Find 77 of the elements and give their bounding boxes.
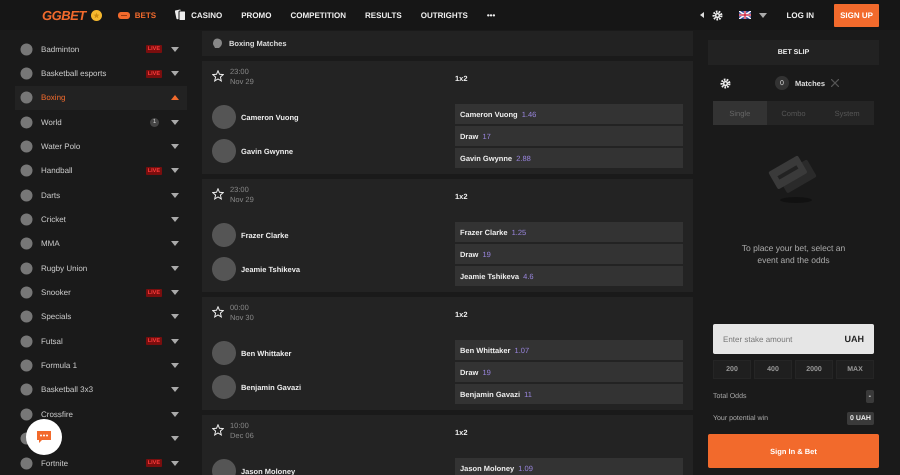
- caret-icon[interactable]: [171, 314, 179, 320]
- nav-link[interactable]: OUTRIGHTS: [420, 10, 468, 20]
- sidebar-item[interactable]: Darts: [15, 183, 187, 208]
- nav-link[interactable]: PROMO: [241, 10, 272, 20]
- flag-icon[interactable]: [738, 11, 751, 19]
- caret-icon[interactable]: [171, 168, 179, 174]
- caret-icon[interactable]: [171, 241, 179, 246]
- sport-icon: [20, 262, 33, 275]
- collapse-icon[interactable]: [700, 12, 704, 18]
- caret-icon[interactable]: [171, 460, 179, 466]
- nav-link[interactable]: BETS: [118, 10, 156, 20]
- sidebar-item[interactable]: Boxing: [15, 86, 187, 110]
- caret-icon[interactable]: [171, 338, 179, 344]
- avatar-placeholder: [212, 139, 236, 163]
- sport-icon: [20, 188, 33, 202]
- sidebar-item[interactable]: Formula 1: [15, 353, 187, 378]
- currency-label: UAH: [844, 334, 864, 344]
- settings-icon[interactable]: [720, 78, 731, 88]
- sidebar-item[interactable]: Basketball 3x3: [15, 378, 187, 402]
- favorite-star-icon[interactable]: [212, 424, 224, 436]
- sport-icon: [20, 237, 33, 250]
- caret-icon[interactable]: [171, 387, 179, 392]
- cards-icon: [175, 9, 186, 21]
- chat-button[interactable]: [26, 419, 62, 455]
- caret-icon[interactable]: [758, 12, 767, 18]
- sidebar-item[interactable]: Water Polo: [15, 134, 187, 159]
- settings-icon[interactable]: [712, 10, 723, 20]
- sport-icon: [20, 213, 33, 226]
- sport-icon: [20, 286, 33, 300]
- avatar-placeholder: [212, 223, 236, 247]
- sport-icon: [20, 116, 33, 129]
- caret-icon[interactable]: [171, 120, 179, 125]
- empty-slip-message: To place your bet, select an event and the odds: [740, 242, 846, 266]
- avatar-placeholder: [212, 375, 236, 399]
- caret-icon[interactable]: [171, 412, 179, 417]
- caret-icon[interactable]: [171, 71, 179, 76]
- boxing-glove-icon: [212, 38, 223, 49]
- login-button[interactable]: LOG IN: [780, 10, 820, 20]
- caret-icon[interactable]: [171, 290, 179, 296]
- avatar-placeholder: [212, 341, 236, 365]
- sidebar-item[interactable]: Rugby Union: [15, 256, 187, 280]
- ticket-icon: [118, 12, 130, 18]
- sport-icon: [20, 383, 33, 396]
- caret-icon[interactable]: [171, 144, 179, 150]
- sport-icon: [20, 42, 33, 56]
- chat-icon: [36, 430, 52, 444]
- caret-icon[interactable]: [171, 192, 179, 198]
- sport-icon: [20, 456, 33, 470]
- sport-icon: [20, 140, 33, 154]
- caret-icon[interactable]: [171, 363, 179, 368]
- avatar-placeholder: [212, 257, 236, 281]
- sport-icon: [20, 310, 33, 324]
- favorite-star-icon[interactable]: [212, 70, 224, 82]
- nav-link[interactable]: •••: [486, 10, 496, 20]
- sport-icon: [20, 334, 33, 348]
- caret-icon[interactable]: [171, 436, 179, 442]
- sidebar-item[interactable]: Cricket: [15, 207, 187, 232]
- nav-link[interactable]: CASINO: [175, 9, 222, 21]
- sidebar-item[interactable]: Crossfire: [15, 402, 187, 426]
- sidebar-item[interactable]: Specials: [15, 304, 187, 330]
- nav-link[interactable]: COMPETITION: [290, 10, 346, 20]
- sidebar-item[interactable]: MMA: [15, 232, 187, 256]
- favorite-star-icon[interactable]: [212, 188, 224, 200]
- caret-icon[interactable]: [171, 46, 179, 52]
- nav-link[interactable]: RESULTS: [365, 10, 402, 20]
- caret-icon[interactable]: [171, 217, 179, 222]
- sport-icon: [20, 91, 33, 104]
- sport-icon: [20, 359, 33, 372]
- sport-icon: [20, 408, 33, 421]
- caret-icon[interactable]: [171, 266, 179, 271]
- sport-icon: [20, 67, 33, 80]
- favorite-star-icon[interactable]: [212, 306, 224, 318]
- logo[interactable]: GGBET: [42, 8, 86, 22]
- caret-icon[interactable]: [171, 95, 179, 100]
- sport-icon: [20, 164, 33, 178]
- avatar-placeholder: [212, 105, 236, 129]
- coin-icon: [90, 10, 102, 20]
